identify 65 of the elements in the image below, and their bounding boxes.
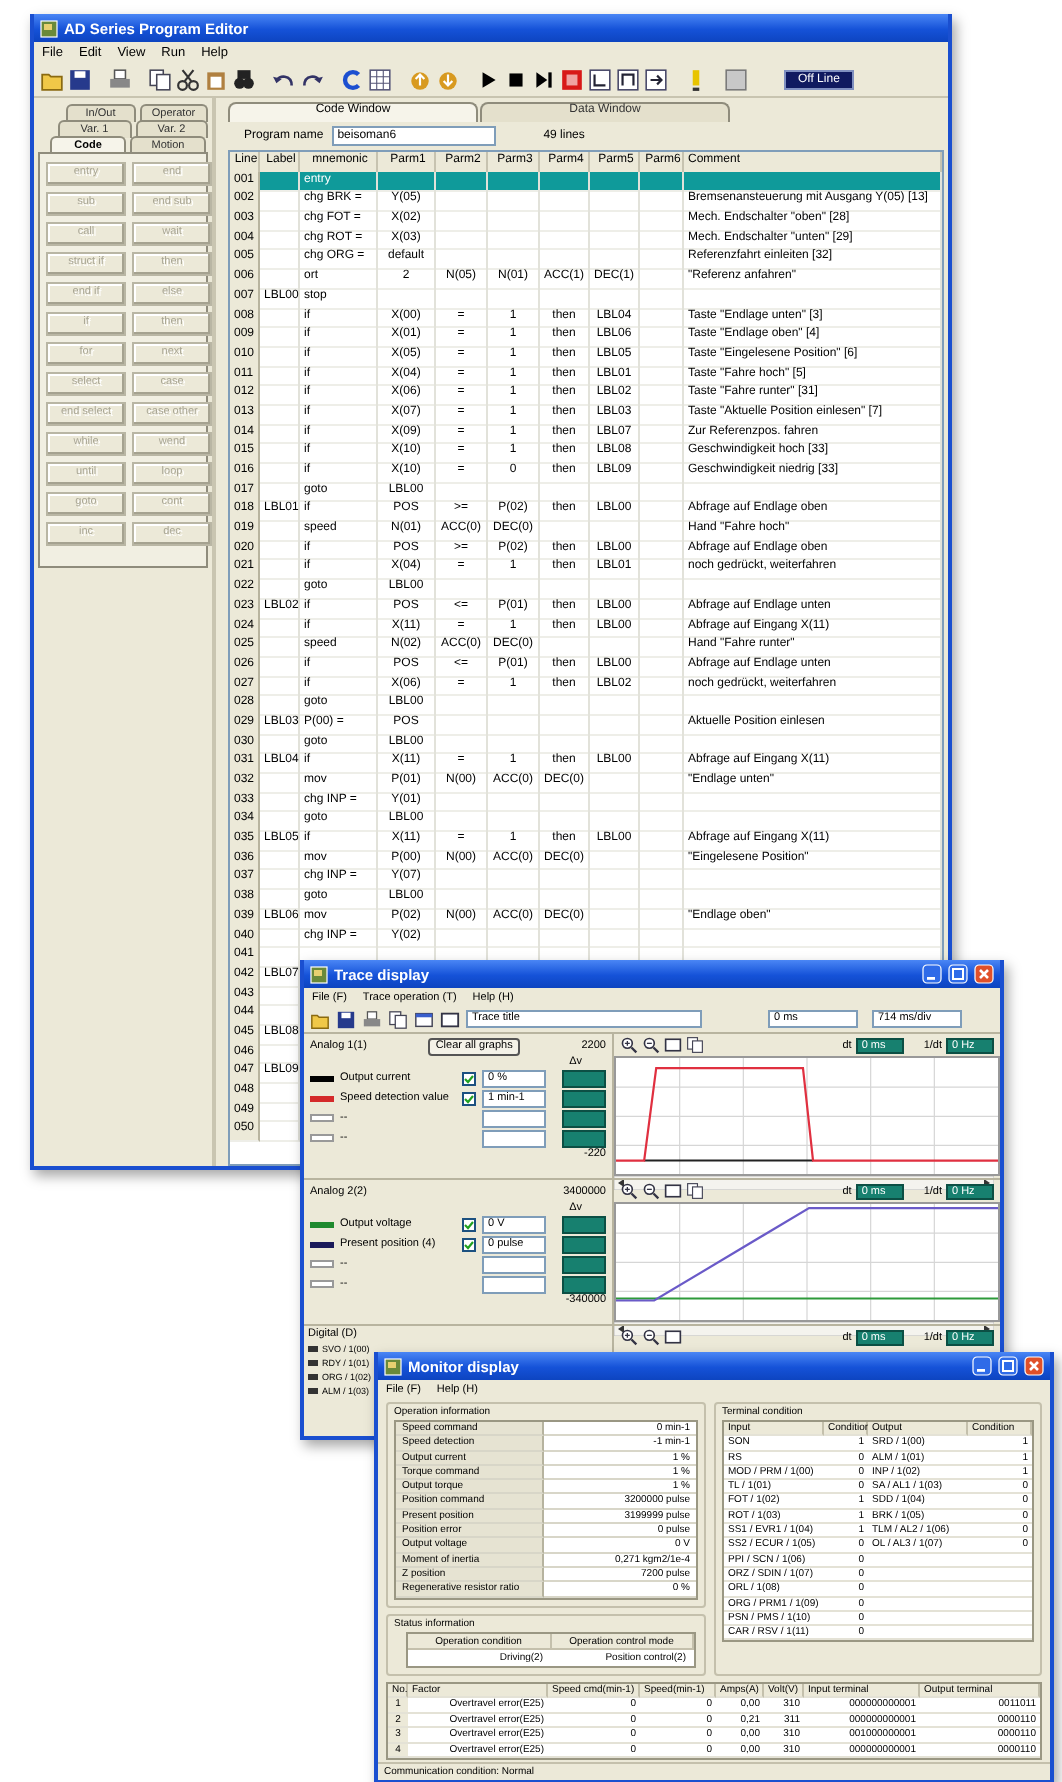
empty-swatch	[310, 1114, 334, 1122]
stop-icon[interactable]	[504, 68, 528, 92]
line-swatch	[308, 1360, 318, 1366]
zoom-out-icon[interactable]	[642, 1036, 660, 1054]
window-icon[interactable]	[414, 1009, 434, 1029]
step-out-icon[interactable]	[644, 68, 668, 92]
display-box	[562, 1089, 606, 1107]
display-box	[562, 1109, 606, 1127]
print-icon[interactable]	[362, 1009, 382, 1029]
minimize-button[interactable]	[972, 1356, 992, 1376]
breakpoint-icon[interactable]	[560, 68, 584, 92]
checkbox[interactable]	[462, 1237, 476, 1251]
panel-icon[interactable]	[724, 68, 748, 92]
zoom-out-icon[interactable]	[642, 1328, 660, 1346]
checkbox[interactable]	[462, 1217, 476, 1231]
value-field	[482, 1129, 546, 1147]
step-in-icon[interactable]	[588, 68, 612, 92]
zoom-in-icon[interactable]	[620, 1182, 638, 1200]
zoom-out-icon[interactable]	[642, 1182, 660, 1200]
app-icon	[40, 19, 58, 37]
close-button[interactable]	[974, 964, 994, 984]
minimize-button[interactable]	[922, 964, 942, 984]
copy-icon[interactable]	[686, 1182, 704, 1200]
display-box	[562, 1235, 606, 1253]
save-icon[interactable]	[336, 1009, 356, 1029]
copy-icon[interactable]	[388, 1009, 408, 1029]
value-field	[482, 1109, 546, 1127]
fit-icon[interactable]	[664, 1328, 682, 1346]
display-box	[562, 1129, 606, 1147]
compile-icon[interactable]	[340, 68, 364, 92]
maximize-button[interactable]	[998, 1356, 1018, 1376]
step-icon[interactable]	[532, 68, 556, 92]
maximize-button[interactable]	[948, 964, 968, 984]
open-folder-icon[interactable]	[40, 68, 64, 92]
save-icon[interactable]	[68, 68, 92, 92]
line-swatch	[308, 1388, 318, 1394]
copy-icon[interactable]	[686, 1036, 704, 1054]
zoom-in-icon[interactable]	[620, 1328, 638, 1346]
zoom-in-icon[interactable]	[620, 1036, 638, 1054]
empty-swatch	[310, 1134, 334, 1142]
checkbox[interactable]	[462, 1091, 476, 1105]
display-box	[562, 1255, 606, 1273]
display-box	[562, 1275, 606, 1293]
checkbox[interactable]	[462, 1071, 476, 1085]
close-button[interactable]	[1024, 1356, 1044, 1376]
grid-icon[interactable]	[368, 68, 392, 92]
find-icon[interactable]	[232, 68, 256, 92]
line-swatch	[308, 1346, 318, 1352]
fit-icon[interactable]	[664, 1182, 682, 1200]
line-swatch	[308, 1374, 318, 1380]
display-box	[562, 1215, 606, 1233]
open-folder-icon[interactable]	[310, 1009, 330, 1029]
empty-swatch	[310, 1280, 334, 1288]
app-icon	[384, 1357, 402, 1375]
display-box	[562, 1069, 606, 1087]
empty-swatch	[310, 1260, 334, 1268]
app-icon	[310, 965, 328, 983]
cut-icon[interactable]	[176, 68, 200, 92]
fit-icon[interactable]	[440, 1009, 460, 1029]
value-field	[482, 1275, 546, 1293]
step-over-icon[interactable]	[616, 68, 640, 92]
print-icon[interactable]	[108, 68, 132, 92]
value-field	[482, 1255, 546, 1273]
copy-icon[interactable]	[148, 68, 172, 92]
fit-icon[interactable]	[664, 1036, 682, 1054]
